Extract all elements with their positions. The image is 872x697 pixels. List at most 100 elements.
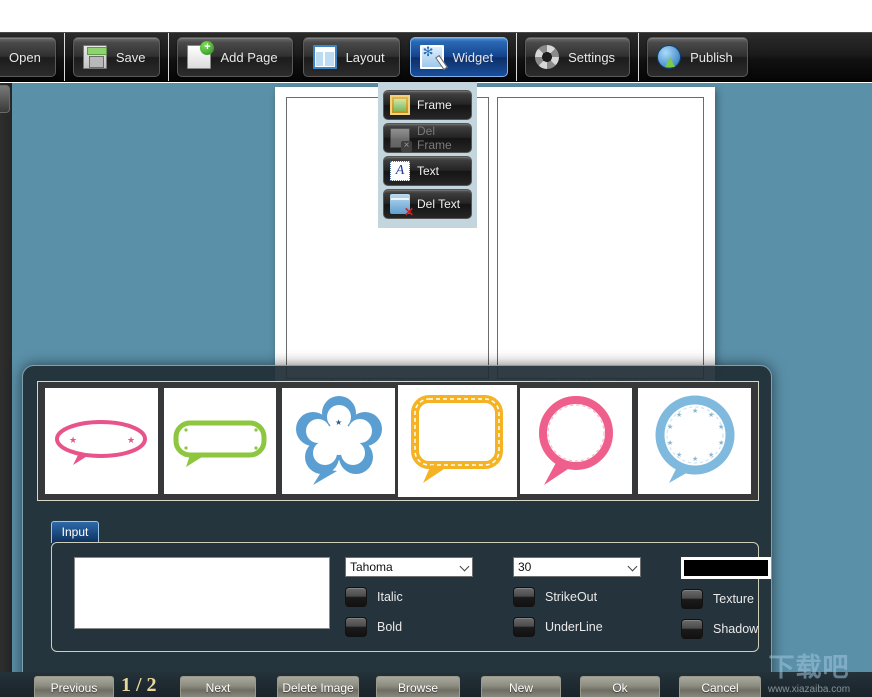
font-size-select[interactable]: 30 — [513, 557, 641, 577]
gallery-item-pink-circle-balloon[interactable] — [519, 388, 633, 494]
texture-checkbox[interactable] — [681, 589, 703, 609]
svg-text:★: ★ — [708, 451, 714, 459]
gallery-item-green-rounded-balloon[interactable] — [163, 388, 277, 494]
widget-icon — [419, 44, 444, 69]
font-size-value: 30 — [518, 560, 532, 574]
menu-item-del-frame-label: Del Frame — [417, 124, 452, 152]
shadow-label: Shadow — [713, 622, 759, 636]
font-size-column: 30 StrikeOut UnderLine — [513, 557, 641, 637]
menu-item-del-text-label: Del Text — [417, 197, 461, 211]
toolbar-button-layout[interactable]: Layout — [302, 37, 400, 77]
gallery-item-pink-oval-balloon[interactable]: ★ ★ — [45, 388, 158, 494]
toolbar-button-layout-label: Layout — [345, 49, 385, 65]
widget-dialog: ★ ★ ★ ★ ★ ★ ★ ★ ★ ★ ★ ★ ★ Input Tahoma I… — [22, 365, 772, 697]
toolbar-separator-4 — [638, 33, 640, 81]
globe-upload-icon — [657, 45, 682, 69]
widget-dropdown-menu: Frame Del Frame Text Del Text — [378, 82, 477, 228]
italic-checkbox[interactable] — [345, 587, 367, 607]
menu-item-del-text[interactable]: Del Text — [383, 189, 472, 219]
gallery-item-yellow-square-balloon[interactable] — [398, 385, 517, 497]
checkbox-bold[interactable]: Bold — [345, 617, 473, 637]
page-spread[interactable] — [275, 87, 715, 389]
bold-checkbox[interactable] — [345, 617, 367, 637]
toolbar-separator-2 — [168, 33, 170, 81]
toolbar-button-publish-label: Publish — [690, 49, 733, 65]
application-window: Open Save Add Page Layout Widget Setting… — [0, 0, 872, 697]
svg-text:★: ★ — [667, 423, 673, 431]
ok-button[interactable]: Ok — [580, 676, 660, 697]
page-counter: 1 / 2 — [121, 674, 157, 696]
font-family-value: Tahoma — [350, 560, 393, 574]
menu-item-text[interactable]: Text — [383, 156, 472, 186]
toolbar-button-settings-label: Settings — [568, 49, 616, 65]
toolbar-button-publish[interactable]: Publish — [647, 37, 748, 77]
menu-item-frame[interactable]: Frame — [383, 90, 472, 120]
italic-label: Italic — [377, 590, 403, 604]
checkbox-texture[interactable]: Texture — [681, 589, 771, 609]
page-half-right[interactable] — [497, 97, 704, 379]
toolbar-separator-3 — [516, 33, 518, 81]
text-color-swatch[interactable] — [681, 557, 771, 579]
svg-text:★: ★ — [127, 435, 135, 445]
toolbar-button-settings[interactable]: Settings — [525, 37, 631, 77]
checkbox-shadow[interactable]: Shadow — [681, 619, 771, 639]
pink-circle-balloon-icon — [539, 396, 614, 485]
rail-collapse-button[interactable] — [0, 85, 10, 113]
blue-star-circle-balloon-icon: ★★★ ★★★ ★★★ ★ — [655, 395, 735, 483]
text-a-icon — [390, 161, 410, 181]
underline-label: UnderLine — [545, 620, 603, 634]
frame-delete-icon — [390, 128, 412, 152]
yellow-square-balloon-icon — [411, 395, 504, 483]
text-delete-icon — [390, 194, 414, 219]
color-column: Texture Shadow — [681, 557, 771, 639]
main-toolbar: Open Save Add Page Layout Widget Setting… — [0, 32, 872, 82]
svg-text:★: ★ — [692, 455, 698, 463]
checkbox-strikeout[interactable]: StrikeOut — [513, 587, 641, 607]
font-family-select[interactable]: Tahoma — [345, 557, 473, 577]
green-rounded-balloon-icon — [173, 420, 267, 467]
cancel-button[interactable]: Cancel — [679, 676, 761, 697]
delete-image-button[interactable]: Delete Image — [277, 676, 359, 697]
bold-label: Bold — [377, 620, 403, 634]
next-button[interactable]: Next — [180, 676, 256, 697]
svg-text:★: ★ — [692, 407, 698, 415]
gallery-item-blue-star-circle-balloon[interactable]: ★ ★ ★ ★ ★ ★ ★ ★ ★ ★ — [638, 388, 752, 494]
new-button[interactable]: New — [481, 676, 561, 697]
toolbar-button-open[interactable]: Open — [0, 37, 56, 77]
gallery-item-blue-cloud-balloon[interactable]: ★ — [282, 388, 396, 494]
svg-text:★: ★ — [69, 435, 77, 445]
svg-text:★: ★ — [718, 439, 724, 447]
pink-oval-balloon-icon: ★ ★ — [55, 420, 148, 465]
checkbox-italic[interactable]: Italic — [345, 587, 473, 607]
layout-icon — [312, 45, 337, 69]
checkbox-underline[interactable]: UnderLine — [513, 617, 641, 637]
browse-button[interactable]: Browse — [376, 676, 460, 697]
menu-item-frame-label: Frame — [417, 98, 452, 112]
toolbar-button-widget-label: Widget — [452, 49, 494, 65]
chevron-down-icon — [459, 561, 470, 572]
previous-button[interactable]: Previous — [34, 676, 114, 697]
strikeout-checkbox[interactable] — [513, 587, 535, 607]
floppy-disk-icon — [82, 45, 107, 69]
add-page-icon — [187, 41, 215, 69]
svg-text:★: ★ — [708, 411, 714, 419]
font-family-column: Tahoma Italic Bold — [345, 557, 473, 637]
toolbar-button-save[interactable]: Save — [72, 37, 161, 77]
svg-text:★: ★ — [335, 418, 342, 427]
picture-frame-icon — [390, 95, 410, 115]
chevron-down-icon — [627, 561, 638, 572]
text-input[interactable] — [74, 557, 330, 629]
dialog-bottom-bar: Previous 1 / 2 Next Delete Image Browse … — [0, 672, 872, 697]
underline-checkbox[interactable] — [513, 617, 535, 637]
svg-text:★: ★ — [718, 423, 724, 431]
blue-cloud-balloon-icon: ★ — [295, 396, 382, 485]
shadow-checkbox[interactable] — [681, 619, 703, 639]
toolbar-button-widget[interactable]: Widget — [409, 37, 509, 77]
toolbar-separator-1 — [63, 33, 65, 81]
strikeout-label: StrikeOut — [545, 590, 598, 604]
svg-text:★: ★ — [667, 439, 673, 447]
toolbar-button-add-page[interactable]: Add Page — [177, 37, 293, 77]
toolbar-button-open-label: Open — [9, 49, 41, 65]
svg-text:★: ★ — [676, 411, 682, 419]
tab-input[interactable]: Input — [51, 521, 99, 543]
